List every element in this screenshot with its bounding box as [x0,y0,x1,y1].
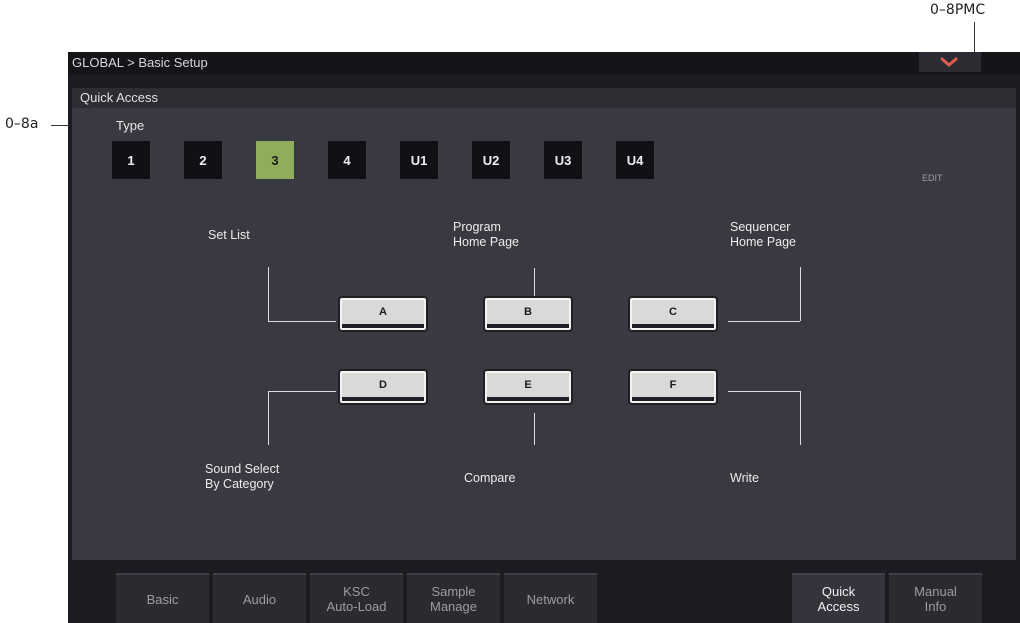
tab-audio-line1: Audio [242,591,277,607]
tab-audio[interactable]: Audio [213,573,306,623]
callout-8a: 0–8a [5,116,39,132]
tab-manual-line2: Info [924,599,947,614]
connector-d-vertical [268,391,269,445]
function-key-c-label: C [669,305,677,318]
connector-b-vertical [534,268,535,296]
function-label-b-line1: Program [453,220,501,234]
function-label-a-line1: Set List [208,228,250,242]
tab-ksc-auto-load[interactable]: KSC Auto-Load [310,573,403,623]
function-key-b-label: B [524,305,532,318]
function-key-d-label: D [379,378,387,391]
chevron-down-icon [940,57,958,67]
connector-f-vertical [800,391,801,445]
tab-quick-access[interactable]: Quick Access [792,573,885,623]
global-basic-setup-screen: GLOBAL > Basic Setup Quick Access Type 1… [68,52,1020,623]
function-label-c: Sequencer Home Page [730,220,796,250]
connector-e-vertical [534,413,535,445]
tab-manual-info[interactable]: Manual Info [889,573,982,623]
function-key-f-label: F [669,378,677,391]
tab-sample-line2: Manage [430,599,477,614]
type-button-u1[interactable]: U1 [400,141,438,179]
function-key-b[interactable]: B [483,296,573,332]
type-button-u4[interactable]: U4 [616,141,654,179]
tab-sample-line1: Sample [431,584,476,599]
function-key-e[interactable]: E [483,369,573,405]
type-button-u3[interactable]: U3 [544,141,582,179]
type-button-1[interactable]: 1 [112,141,150,179]
tab-network-line1: Network [526,591,575,607]
connector-c-horizontal [728,321,800,322]
connector-a-vertical [268,267,269,321]
title-bar: GLOBAL > Basic Setup [68,52,1020,74]
callout-pmc-leader [974,22,975,52]
function-key-d[interactable]: D [338,369,428,405]
tab-ksc-line1: KSC [343,584,370,599]
tab-bar: Basic Audio KSC Auto-Load Sample Manage Ne… [68,567,1020,623]
function-label-d: Sound Select By Category [205,462,279,492]
tab-quick-line2: Access [817,599,860,614]
function-key-a-label: A [379,305,387,318]
connector-c-vertical [800,267,801,321]
type-label: Type [116,118,145,133]
connector-f-horizontal [728,391,800,392]
page-title: GLOBAL > Basic Setup [72,55,208,70]
callout-pmc: 0–8PMC [930,2,986,18]
function-label-d-line2: By Category [205,477,274,491]
edit-label: EDIT [922,173,943,183]
panel-header: Quick Access [72,88,1016,108]
tab-sample-manage[interactable]: Sample Manage [407,573,500,623]
tab-quick-line1: Quick [821,584,856,599]
function-label-a: Set List [208,228,250,243]
connector-a-horizontal [268,321,336,322]
function-label-f: Write [730,471,759,486]
page-menu-button[interactable] [919,52,981,72]
panel-title: Quick Access [80,90,159,105]
tab-manual-line1: Manual [914,584,957,599]
tab-basic[interactable]: Basic [116,573,209,623]
type-button-3[interactable]: 3 [256,141,294,179]
function-label-f-line1: Write [730,471,759,485]
function-label-b: Program Home Page [453,220,519,250]
quick-access-panel: Quick Access Type 1 2 3 4 U1 U2 U3 U4 ED… [72,88,1016,560]
type-button-2[interactable]: 2 [184,141,222,179]
type-button-4[interactable]: 4 [328,141,366,179]
function-label-c-line1: Sequencer [730,220,791,234]
function-key-f[interactable]: F [628,369,718,405]
tab-ksc-line2: Auto-Load [326,599,387,614]
function-key-c[interactable]: C [628,296,718,332]
connector-d-horizontal [268,391,336,392]
tab-basic-line1: Basic [146,591,179,607]
function-label-e: Compare [464,471,515,486]
function-label-b-line2: Home Page [453,235,520,249]
function-label-c-line2: Home Page [730,235,797,249]
function-key-a[interactable]: A [338,296,428,332]
type-button-u2[interactable]: U2 [472,141,510,179]
function-label-e-line1: Compare [464,471,516,485]
function-label-d-line1: Sound Select [205,462,280,476]
tab-network[interactable]: Network [504,573,597,623]
function-key-e-label: E [524,378,532,391]
